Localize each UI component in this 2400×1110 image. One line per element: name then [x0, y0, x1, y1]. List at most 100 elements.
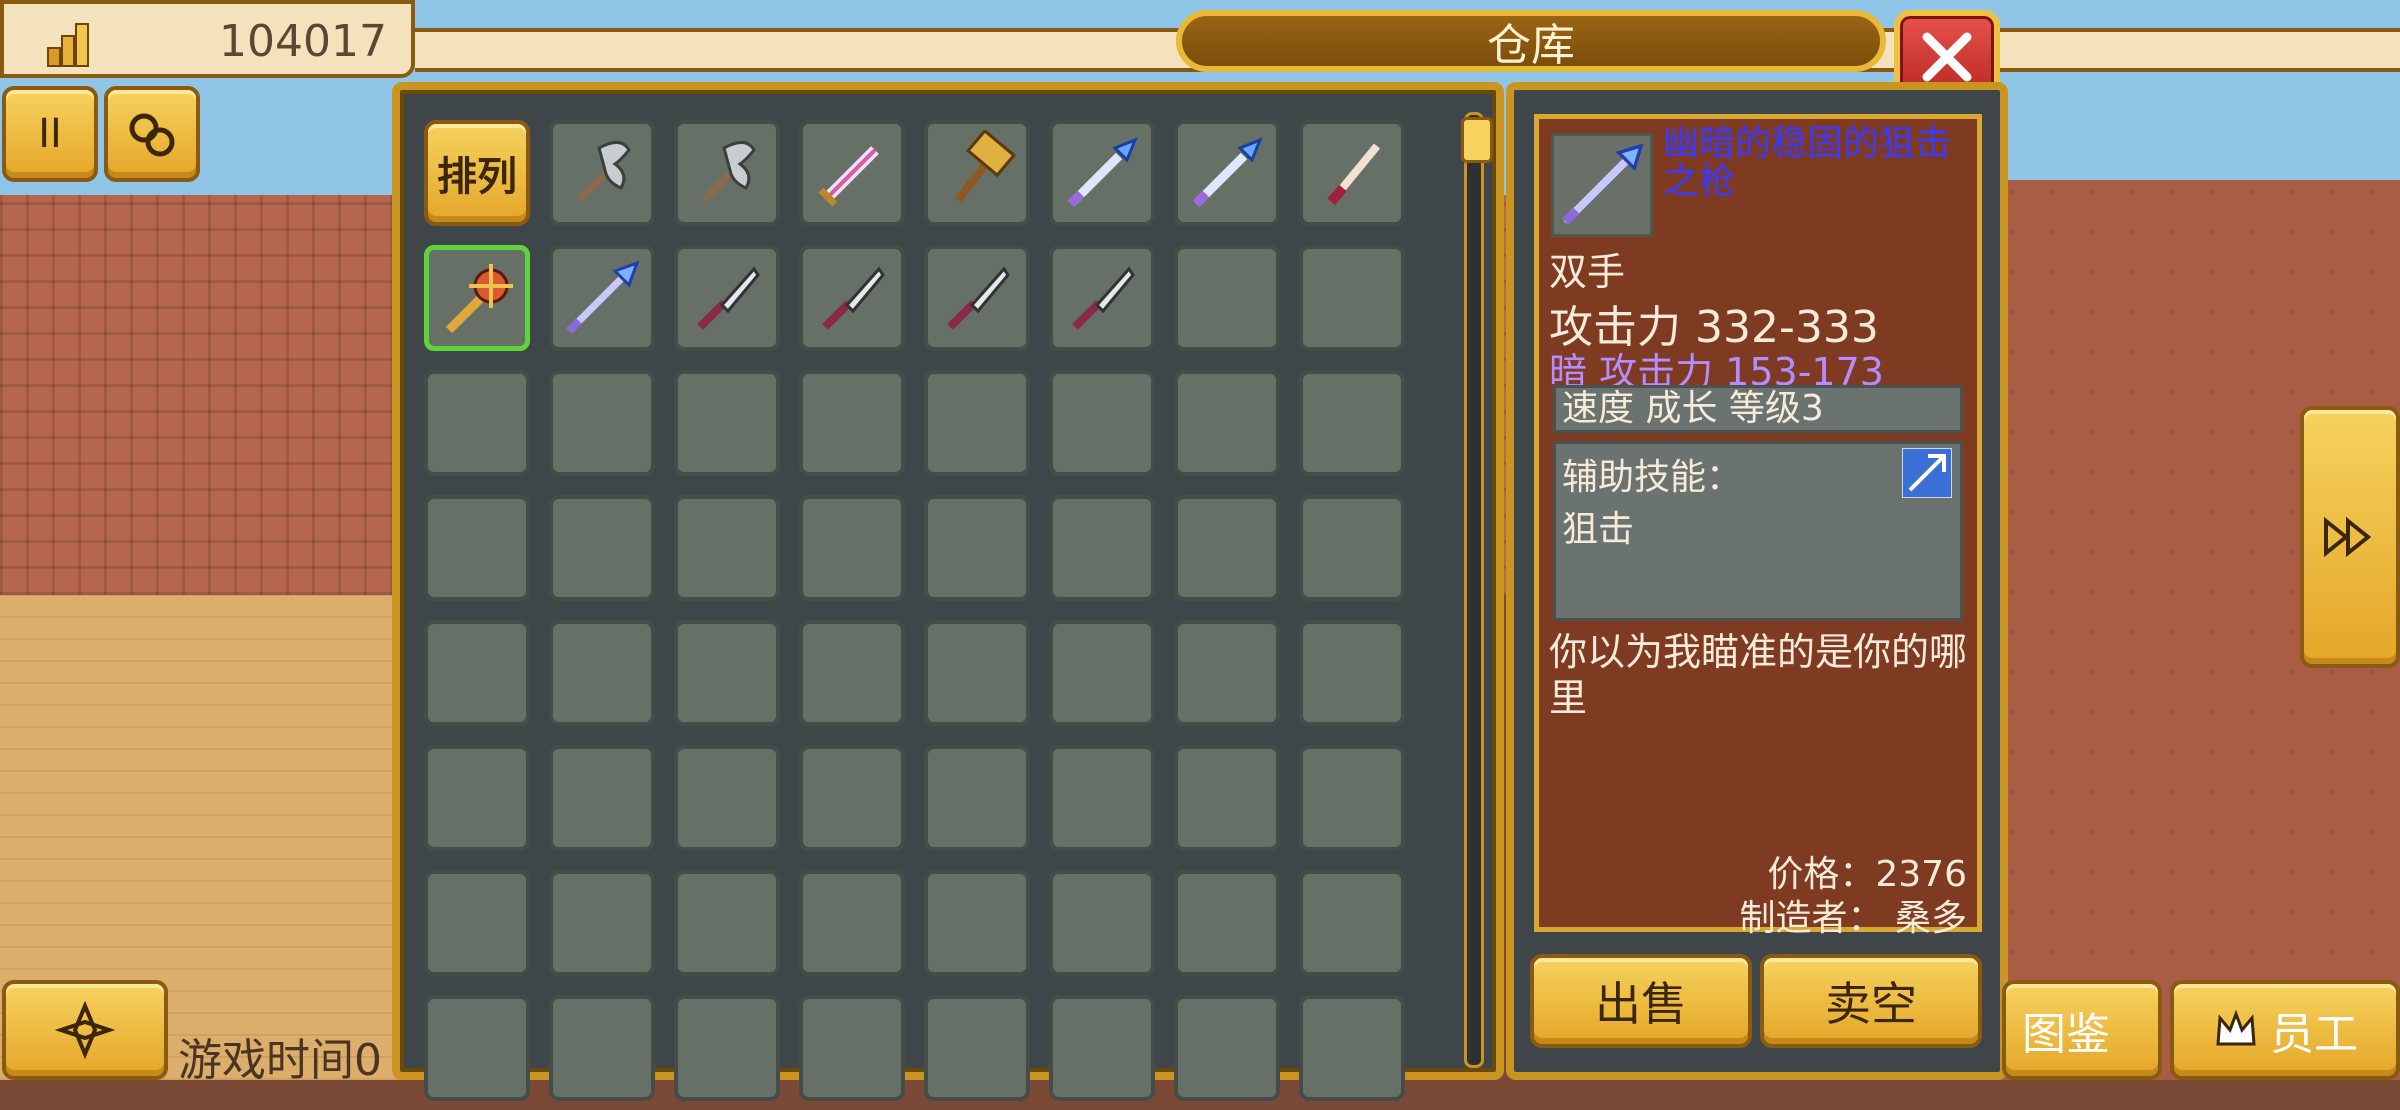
skill-name: 狙击 — [1562, 509, 1635, 550]
inventory-slot[interactable] — [674, 620, 780, 726]
inventory-slot[interactable] — [924, 870, 1030, 976]
pause-button[interactable]: II — [2, 86, 98, 182]
inventory-slot[interactable] — [924, 120, 1030, 226]
snipe-skill-icon — [1902, 448, 1952, 498]
scroll-thumb[interactable] — [1461, 117, 1493, 163]
crystal-spear-icon — [1562, 143, 1644, 225]
inventory-slot[interactable] — [799, 870, 905, 976]
inventory-slot[interactable] — [799, 745, 905, 851]
sell-all-button[interactable]: 卖空 — [1760, 954, 1982, 1048]
inventory-slot[interactable] — [1299, 995, 1405, 1101]
inventory-slot[interactable] — [549, 370, 655, 476]
inventory-slot[interactable] — [1299, 120, 1405, 226]
inventory-slot[interactable] — [1299, 745, 1405, 851]
inventory-slot[interactable] — [1299, 245, 1405, 351]
inventory-slot[interactable] — [1174, 745, 1280, 851]
inventory-slot[interactable] — [549, 870, 655, 976]
storage-panel: 排列 — [392, 82, 1504, 1101]
inventory-slot[interactable] — [549, 620, 655, 726]
pause-icon: II — [38, 111, 62, 157]
coin-stack-icon — [47, 23, 89, 67]
inventory-slot[interactable] — [924, 995, 1030, 1101]
crystal-sword-icon — [1192, 137, 1263, 208]
inventory-slot[interactable] — [424, 745, 530, 851]
inventory-slot[interactable] — [1049, 120, 1155, 226]
inventory-slot[interactable] — [674, 120, 780, 226]
inventory-slot[interactable] — [424, 870, 530, 976]
knife-icon — [947, 266, 1010, 330]
inventory-slot[interactable] — [1174, 620, 1280, 726]
inventory-slot[interactable] — [549, 745, 655, 851]
inventory-slot[interactable] — [1049, 995, 1155, 1101]
inventory-slot[interactable] — [1299, 620, 1405, 726]
sell-button[interactable]: 出售 — [1530, 954, 1752, 1048]
inventory-slot[interactable] — [674, 745, 780, 851]
inventory-slot[interactable] — [799, 620, 905, 726]
staff-button[interactable]: 员工 — [2170, 980, 2400, 1080]
inventory-slot[interactable] — [1049, 245, 1155, 351]
inventory-slot[interactable] — [1299, 370, 1405, 476]
inventory-slot[interactable] — [924, 370, 1030, 476]
inventory-slot[interactable] — [1049, 620, 1155, 726]
inventory-slot[interactable] — [1049, 745, 1155, 851]
inventory-slot[interactable] — [924, 245, 1030, 351]
skill-label: 辅助技能： — [1562, 457, 1743, 498]
sword-icon — [818, 146, 879, 207]
dex-button[interactable]: 图鉴 — [2002, 980, 2162, 1080]
inventory-slot[interactable] — [924, 620, 1030, 726]
crystal-spear-icon — [566, 260, 640, 334]
inventory-slot[interactable] — [674, 245, 780, 351]
staff-label: 员工 — [2270, 1009, 2358, 1060]
item-name: 幽暗的稳固的狙击之枪 — [1663, 123, 1952, 202]
storage-title: 仓库 — [1176, 10, 1886, 72]
inventory-slot[interactable] — [424, 495, 530, 601]
inventory-slot[interactable] — [924, 495, 1030, 601]
inventory-slot[interactable] — [1049, 870, 1155, 976]
inventory-slot[interactable] — [1174, 370, 1280, 476]
options-button[interactable] — [104, 86, 200, 182]
inventory-slot[interactable] — [674, 870, 780, 976]
inventory-slot[interactable] — [799, 120, 905, 226]
item-maker: 制造者： 桑多 — [1739, 898, 1967, 939]
inventory-slot[interactable] — [1049, 495, 1155, 601]
inventory-slot[interactable] — [1174, 120, 1280, 226]
inventory-slot[interactable] — [549, 245, 655, 351]
inventory-slot[interactable] — [549, 120, 655, 226]
inventory-slot[interactable] — [799, 995, 905, 1101]
item-thumbnail — [1551, 133, 1653, 237]
inventory-slot[interactable] — [799, 495, 905, 601]
inventory-slot[interactable] — [674, 495, 780, 601]
inventory-slot[interactable] — [1299, 870, 1405, 976]
crown-icon — [2216, 1009, 2256, 1046]
skill-box: 辅助技能： 狙击 — [1553, 441, 1963, 621]
inventory-slot[interactable] — [549, 495, 655, 601]
coin-bar: 104017 — [0, 0, 415, 78]
sort-button[interactable]: 排列 — [424, 120, 530, 226]
inventory-slot[interactable] — [1174, 245, 1280, 351]
inventory-slot[interactable] — [1049, 370, 1155, 476]
item-detail-card: 幽暗的稳固的狙击之枪 双手 攻击力 332-333 暗 攻击力 153-173 … — [1534, 114, 1982, 939]
map-button[interactable] — [2, 980, 168, 1080]
next-page-button[interactable] — [2300, 406, 2400, 668]
inventory-slot[interactable] — [1174, 870, 1280, 976]
inventory-slot[interactable] — [1174, 995, 1280, 1101]
inventory-slot[interactable] — [424, 620, 530, 726]
dex-label: 图鉴 — [2022, 1009, 2110, 1060]
axe-icon — [701, 141, 756, 203]
inventory-slot[interactable] — [424, 245, 530, 351]
crystal-sword-icon — [1067, 137, 1138, 208]
coin-count: 104017 — [219, 16, 387, 67]
axe-icon — [576, 141, 631, 203]
inventory-slot[interactable] — [799, 245, 905, 351]
inventory-slot[interactable] — [924, 745, 1030, 851]
inventory-slot[interactable] — [1299, 495, 1405, 601]
scrollbar[interactable] — [1461, 112, 1493, 1068]
inventory-slot[interactable] — [549, 995, 655, 1101]
inventory-slot[interactable] — [424, 370, 530, 476]
inventory-slot[interactable] — [674, 995, 780, 1101]
inventory-slot[interactable] — [674, 370, 780, 476]
inventory-slot[interactable] — [424, 995, 530, 1101]
inventory-slot[interactable] — [799, 370, 905, 476]
compass-icon — [55, 1000, 115, 1060]
inventory-slot[interactable] — [1174, 495, 1280, 601]
